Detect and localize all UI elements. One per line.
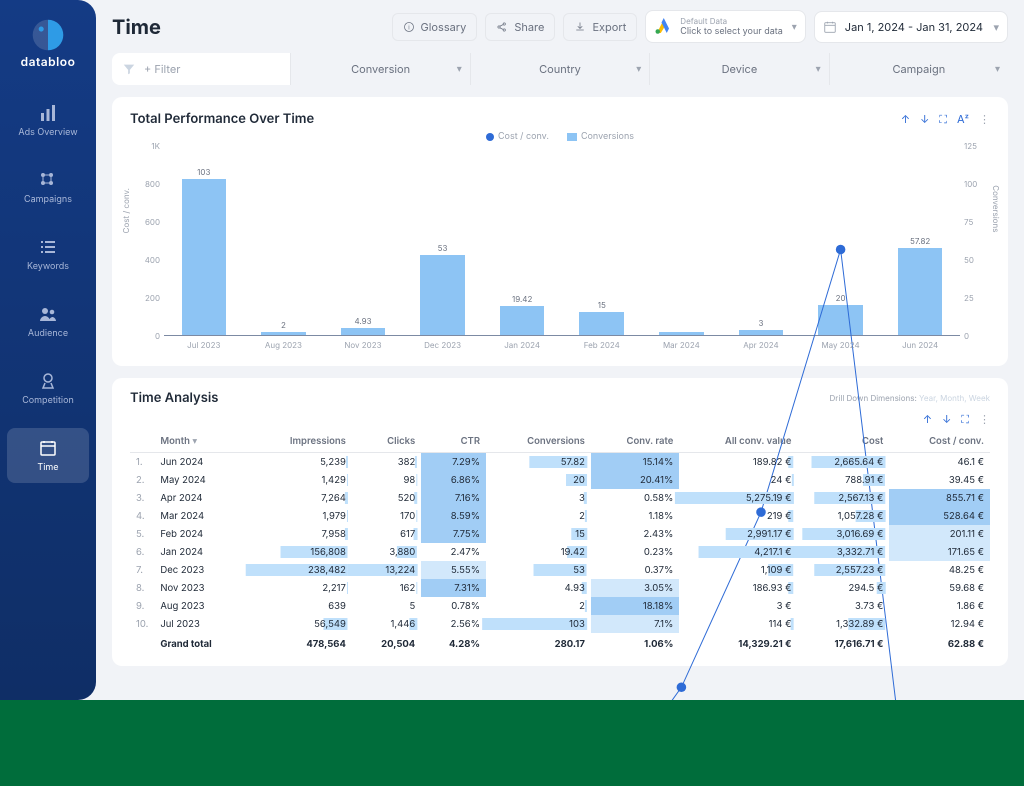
svg-text:i: i (408, 23, 410, 31)
sidebar-item-competition[interactable]: Competition (7, 361, 90, 416)
sidebar-item-keywords[interactable]: Keywords (7, 227, 90, 282)
sidebar: databloo Ads Overview Campaigns Keywords Au… (0, 0, 96, 700)
sidebar-item-time[interactable]: Time (7, 428, 90, 483)
table-row[interactable]: 9.Aug 202363950.78%218.18%3 €3.73 €1.86 … (130, 597, 990, 615)
expand-icon[interactable]: ⛶ (939, 112, 947, 127)
add-filter-button[interactable]: + Filter (112, 53, 291, 85)
time-analysis-table: Month ▾ImpressionsClicksCTRConversionsCo… (130, 431, 990, 654)
table-row[interactable]: 3.Apr 20247,2645207.16%30.58%5,275.19 €2… (130, 489, 990, 507)
performance-chart-card: Total Performance Over Time ↑ ↓ ⛶ Aᶻ ⋮ C… (112, 97, 1008, 366)
table-row[interactable]: 8.Nov 20232,2171627.31%4.933.05%186.93 €… (130, 579, 990, 597)
footer-band (0, 700, 1024, 786)
chart-tools: ↑ ↓ ⛶ Aᶻ ⋮ (901, 112, 990, 127)
table-total-row: Grand total478,56420,5044.28%280.171.06%… (130, 633, 990, 654)
text-format-icon[interactable]: Aᶻ (957, 112, 969, 126)
export-button[interactable]: Export (563, 13, 637, 41)
chart-legend: Cost / conv. Conversions (130, 131, 990, 142)
y-axis-left-label: Cost / conv. (121, 188, 131, 233)
table-row[interactable]: 2.May 20241,429986.86%2020.41%24 €788.91… (130, 471, 990, 489)
page-title: Time (112, 15, 161, 39)
more-icon[interactable]: ⋮ (979, 412, 990, 427)
expand-icon[interactable]: ⛶ (961, 412, 969, 427)
sidebar-item-campaigns[interactable]: Campaigns (7, 160, 90, 215)
sort-desc-icon[interactable]: ↓ (920, 112, 929, 126)
main: Time iGlossary Share Export Default Data… (96, 0, 1024, 700)
top-bar: Time iGlossary Share Export Default Data… (112, 10, 1008, 43)
date-range-picker[interactable]: Jan 1, 2024 - Jan 31, 2024 (814, 11, 1008, 43)
filter-country[interactable]: Country (471, 53, 650, 85)
filter-conversion[interactable]: Conversion (291, 53, 470, 85)
more-icon[interactable]: ⋮ (979, 112, 990, 126)
table-row[interactable]: 5.Feb 20247,9586177.75%152.43%2,991.17 €… (130, 525, 990, 543)
calendar-icon (823, 20, 837, 34)
table-row[interactable]: 7.Dec 2023238,48213,2245.55%530.37%1,109… (130, 561, 990, 579)
share-button[interactable]: Share (485, 13, 555, 41)
table-row[interactable]: 10.Jul 202356,5491,4462.56%1037.1%114 €1… (130, 615, 990, 633)
logo-icon (31, 18, 65, 52)
table-row[interactable]: 6.Jan 2024156,8083,8802.47%19.420.23%4,2… (130, 543, 990, 561)
sort-asc-icon[interactable]: ↑ (901, 112, 910, 126)
chart-area: Cost / conv. Conversions 02004006008001K… (130, 146, 990, 356)
sidebar-item-ads[interactable]: Ads Overview (7, 93, 90, 148)
data-source-selector[interactable]: Default DataClick to select your data (645, 10, 806, 43)
filter-campaign[interactable]: Campaign (830, 53, 1008, 85)
brand-logo: databloo (21, 18, 76, 69)
brand-name: databloo (21, 54, 76, 69)
sidebar-item-audience[interactable]: Audience (7, 294, 90, 349)
table-row[interactable]: 1.Jun 20245,2393827.29%57.8215.14%189.82… (130, 453, 990, 472)
filter-device[interactable]: Device (650, 53, 829, 85)
filter-bar: + Filter ConversionCountryDeviceCampaign (112, 53, 1008, 85)
glossary-button[interactable]: iGlossary (392, 13, 478, 41)
google-ads-icon (654, 18, 672, 36)
chart-title: Total Performance Over Time (130, 111, 314, 127)
table-row[interactable]: 4.Mar 20241,9791708.59%21.18%219 €1,057.… (130, 507, 990, 525)
y-axis-right-label: Conversions (991, 185, 1001, 232)
funnel-icon (122, 62, 136, 76)
